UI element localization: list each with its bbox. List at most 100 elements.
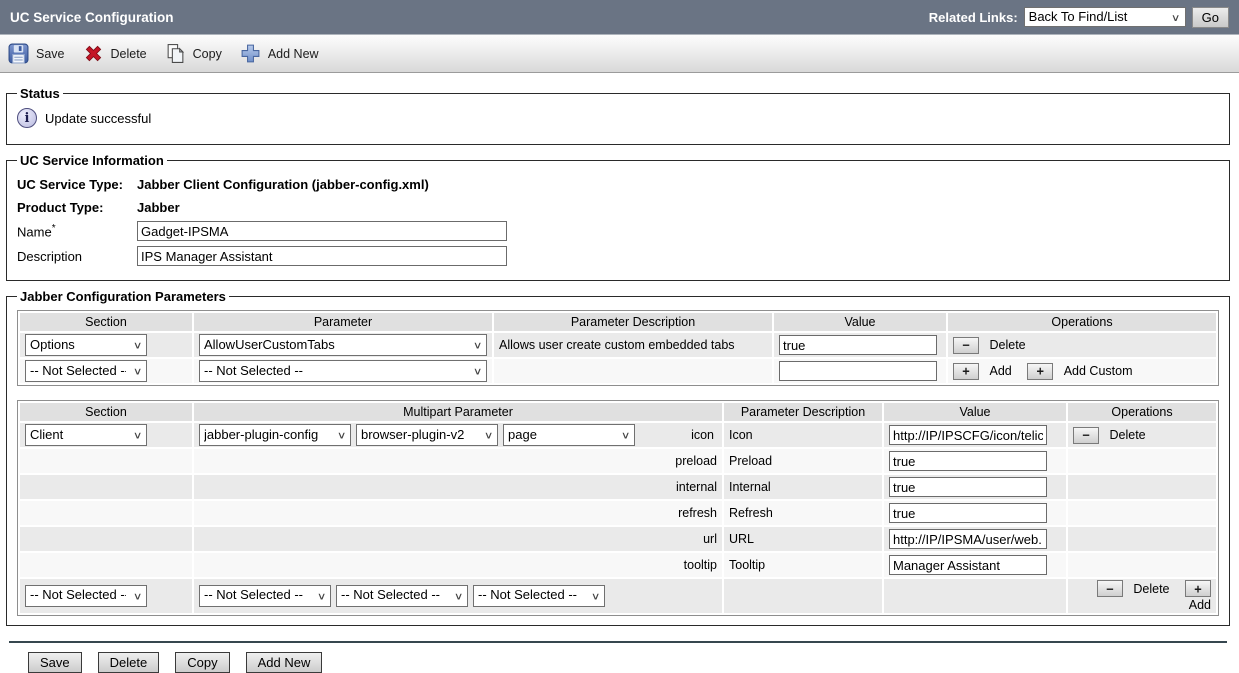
parameter-description-cell: Refresh xyxy=(724,501,882,525)
related-links-select-wrap: Back To Find/List xyxy=(1024,7,1186,27)
table1-header-row: Section Parameter Parameter Description … xyxy=(20,313,1216,331)
multipart-select-1[interactable]: -- Not Selected -- xyxy=(199,585,331,607)
save-toolbar-button[interactable]: Save xyxy=(8,43,65,64)
add-new-button[interactable]: Add New xyxy=(246,652,323,673)
param-key-label: url xyxy=(194,527,722,551)
multipart-select-3[interactable]: page xyxy=(503,424,635,446)
jabber-params-section: Jabber Configuration Parameters Section … xyxy=(6,289,1230,626)
table-row: tooltip Tooltip xyxy=(20,553,1216,577)
copy-icon xyxy=(165,43,186,64)
table-row: Options AllowUserCustomTabs Allows user … xyxy=(20,333,1216,357)
titlebar: UC Service Configuration Related Links: … xyxy=(0,0,1239,35)
col-header-operations: Operations xyxy=(1068,403,1216,421)
product-type-value: Jabber xyxy=(137,200,180,215)
parameter-description-cell: Tooltip xyxy=(724,553,882,577)
delete-icon xyxy=(83,43,104,64)
description-label: Description xyxy=(17,249,137,264)
save-icon xyxy=(8,43,29,64)
footer-divider xyxy=(9,641,1227,643)
minus-icon xyxy=(1082,429,1089,441)
simple-params-table: Section Parameter Parameter Description … xyxy=(17,310,1219,386)
multipart-select-3[interactable]: -- Not Selected -- xyxy=(473,585,605,607)
param-key-label: tooltip xyxy=(194,553,722,577)
page-title: UC Service Configuration xyxy=(10,10,174,25)
parameter-description-cell: Preload xyxy=(724,449,882,473)
required-mark: * xyxy=(52,223,56,234)
value-input[interactable] xyxy=(889,503,1047,523)
multipart-select-2[interactable]: -- Not Selected -- xyxy=(336,585,468,607)
save-button[interactable]: Save xyxy=(28,652,82,673)
parameter-select[interactable]: -- Not Selected -- xyxy=(199,360,487,382)
value-input[interactable] xyxy=(889,477,1047,497)
footer-buttons: Save Delete Copy Add New xyxy=(6,652,1230,673)
add-custom-row-button[interactable] xyxy=(1027,363,1053,380)
delete-row-label: Delete xyxy=(1109,428,1145,442)
plus-icon xyxy=(962,365,969,377)
param-key-label: refresh xyxy=(194,501,722,525)
add-custom-row-label: Add Custom xyxy=(1064,364,1133,378)
table-row: -- Not Selected -- -- Not Selected -- xyxy=(20,359,1216,383)
add-row-label: Add xyxy=(1189,598,1211,612)
delete-row-button[interactable] xyxy=(1097,580,1123,597)
jabber-params-legend: Jabber Configuration Parameters xyxy=(17,289,229,304)
copy-button[interactable]: Copy xyxy=(175,652,229,673)
delete-row-label: Delete xyxy=(989,338,1025,352)
uc-service-type-row: UC Service Type: Jabber Client Configura… xyxy=(17,175,1219,193)
related-links-group: Related Links: Back To Find/List Go xyxy=(929,7,1229,28)
value-input[interactable] xyxy=(889,529,1047,549)
add-row-button[interactable] xyxy=(953,363,979,380)
related-links-label: Related Links: xyxy=(929,10,1018,25)
value-input[interactable] xyxy=(779,335,937,355)
section-select[interactable]: -- Not Selected -- xyxy=(25,585,147,607)
delete-row-button[interactable] xyxy=(1073,427,1099,444)
col-header-value: Value xyxy=(774,313,946,331)
table-row: -- Not Selected -- -- Not Selected -- --… xyxy=(20,579,1216,613)
table-row: internal Internal xyxy=(20,475,1216,499)
product-type-label: Product Type: xyxy=(17,200,137,215)
section-select[interactable]: Client xyxy=(25,424,147,446)
delete-toolbar-button[interactable]: Delete xyxy=(83,43,147,64)
add-new-icon xyxy=(240,43,261,64)
add-new-toolbar-button[interactable]: Add New xyxy=(240,43,319,64)
parameter-description-cell: Allows user create custom embedded tabs xyxy=(494,333,772,357)
col-header-parameter-description: Parameter Description xyxy=(724,403,882,421)
multipart-params-table: Section Multipart Parameter Parameter De… xyxy=(17,400,1219,616)
toolbar: Save Delete Copy Add New xyxy=(0,35,1239,73)
col-header-section: Section xyxy=(20,403,192,421)
col-header-value: Value xyxy=(884,403,1066,421)
description-input[interactable] xyxy=(137,246,507,266)
section-select[interactable]: Options xyxy=(25,334,147,356)
add-row-label: Add xyxy=(989,364,1011,378)
add-new-toolbar-label: Add New xyxy=(268,47,319,61)
table-row: url URL xyxy=(20,527,1216,551)
value-input[interactable] xyxy=(889,555,1047,575)
plus-icon xyxy=(1037,365,1044,377)
status-legend: Status xyxy=(17,86,63,101)
minus-icon xyxy=(962,339,969,351)
param-key-label: preload xyxy=(194,449,722,473)
delete-row-button[interactable] xyxy=(953,337,979,354)
parameter-select[interactable]: AllowUserCustomTabs xyxy=(199,334,487,356)
value-input[interactable] xyxy=(889,451,1047,471)
table-row: Client jabber-plugin-config browser-plug… xyxy=(20,423,1216,447)
main-content: Status i Update successful UC Service In… xyxy=(0,73,1239,673)
value-input[interactable] xyxy=(889,425,1047,445)
value-input[interactable] xyxy=(779,361,937,381)
multipart-select-1[interactable]: jabber-plugin-config xyxy=(199,424,351,446)
copy-toolbar-button[interactable]: Copy xyxy=(165,43,222,64)
delete-button[interactable]: Delete xyxy=(98,652,160,673)
add-row-button[interactable] xyxy=(1185,580,1211,597)
name-label: Name* xyxy=(17,223,137,239)
plus-icon xyxy=(1194,583,1201,595)
parameter-description-cell: Internal xyxy=(724,475,882,499)
delete-toolbar-label: Delete xyxy=(111,47,147,61)
multipart-select-2[interactable]: browser-plugin-v2 xyxy=(356,424,498,446)
col-header-parameter-description: Parameter Description xyxy=(494,313,772,331)
minus-icon xyxy=(1106,583,1113,595)
section-select[interactable]: -- Not Selected -- xyxy=(25,360,147,382)
name-row: Name* xyxy=(17,221,1219,241)
name-input[interactable] xyxy=(137,221,507,241)
go-button[interactable]: Go xyxy=(1192,7,1229,28)
param-key-label: icon xyxy=(691,428,717,442)
related-links-select[interactable]: Back To Find/List xyxy=(1024,7,1186,27)
